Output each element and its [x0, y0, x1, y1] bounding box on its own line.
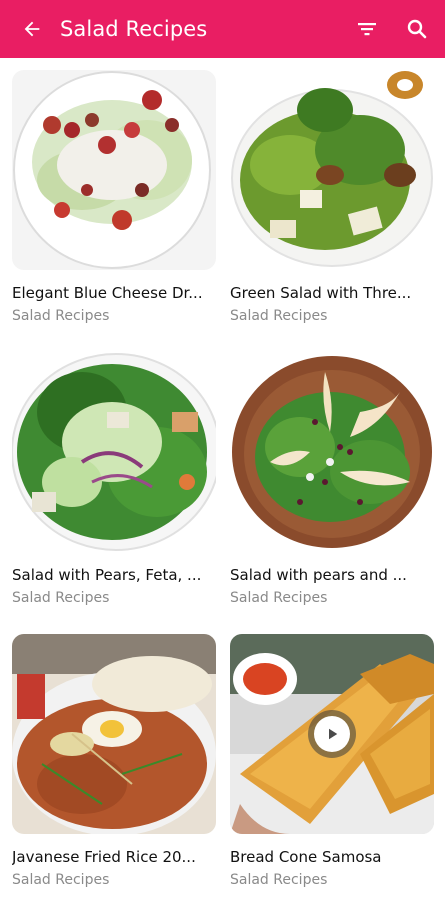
- recipe-category: Salad Recipes: [230, 872, 328, 888]
- recipe-grid: Elegant Blue Cheese Dr... Salad Recipes …: [0, 58, 445, 900]
- app-bar: Salad Recipes: [0, 0, 445, 58]
- recipe-category: Salad Recipes: [12, 590, 110, 606]
- recipe-name: Salad with pears and ...: [230, 566, 407, 584]
- recipe-card[interactable]: Green Salad with Thre... Salad Recipes: [230, 70, 434, 324]
- recipe-category: Salad Recipes: [230, 590, 328, 606]
- recipe-category: Salad Recipes: [12, 308, 110, 324]
- recipe-name: Bread Cone Samosa: [230, 848, 382, 866]
- filter-icon: [358, 23, 376, 36]
- play-icon: [329, 728, 338, 740]
- filter-button[interactable]: [347, 9, 387, 49]
- recipe-card[interactable]: Elegant Blue Cheese Dr... Salad Recipes: [12, 70, 216, 324]
- recipe-card[interactable]: Salad with pears and ... Salad Recipes: [230, 352, 434, 606]
- recipe-image: [12, 352, 216, 552]
- recipe-image: [12, 634, 216, 834]
- play-button-inner: [314, 716, 350, 752]
- recipe-image: [12, 70, 216, 270]
- search-icon: [407, 19, 427, 39]
- arrow-left-icon: [24, 21, 40, 37]
- recipe-name: Salad with Pears, Feta, ...: [12, 566, 202, 584]
- recipe-card[interactable]: Salad with Pears, Feta, ... Salad Recipe…: [12, 352, 216, 606]
- page-title: Salad Recipes: [60, 17, 208, 41]
- back-button[interactable]: [12, 9, 52, 49]
- play-video-button[interactable]: [308, 710, 356, 758]
- recipe-image: [230, 634, 434, 834]
- recipe-name: Green Salad with Thre...: [230, 284, 412, 302]
- recipe-image: [230, 352, 434, 552]
- search-button[interactable]: [397, 9, 437, 49]
- recipe-category: Salad Recipes: [12, 872, 110, 888]
- recipe-category: Salad Recipes: [230, 308, 328, 324]
- recipe-card[interactable]: Javanese Fried Rice 20... Salad Recipes: [12, 634, 216, 888]
- recipe-image: [230, 70, 434, 270]
- recipe-name: Javanese Fried Rice 20...: [12, 848, 196, 866]
- recipe-name: Elegant Blue Cheese Dr...: [12, 284, 203, 302]
- recipe-card[interactable]: Bread Cone Samosa Salad Recipes: [230, 634, 434, 888]
